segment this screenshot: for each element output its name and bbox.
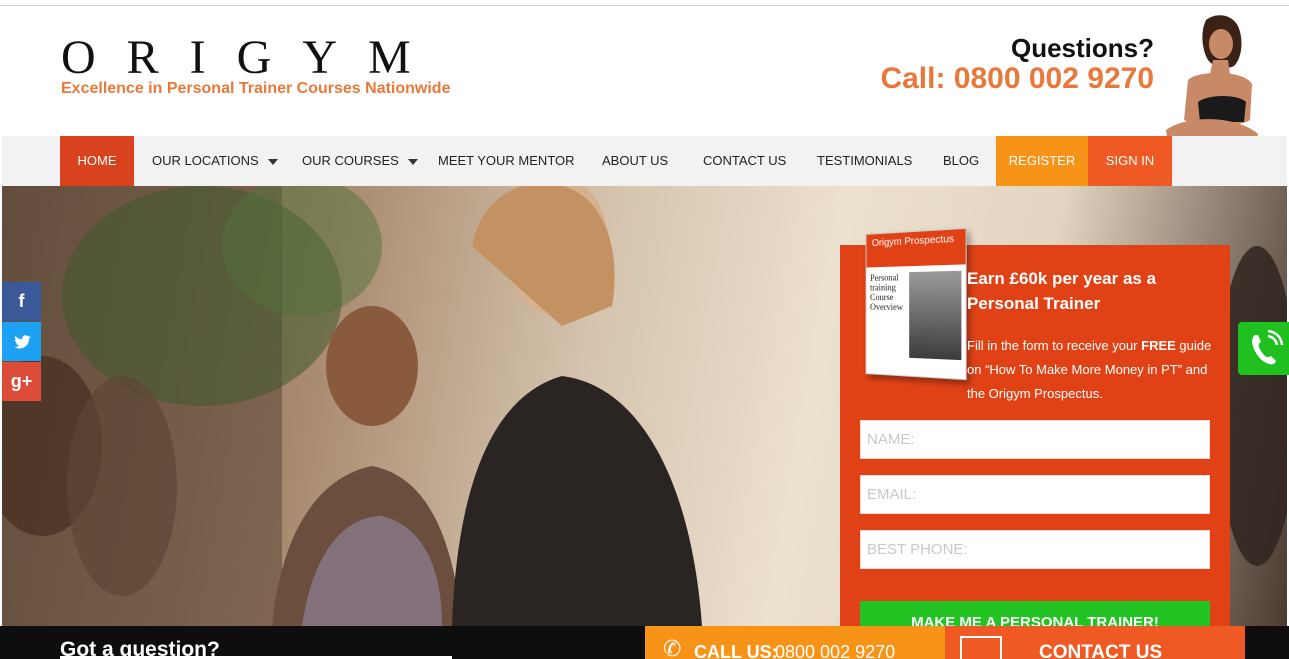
nav-register[interactable]: REGISTER (996, 136, 1088, 186)
call-number: 0800 002 9270 (953, 62, 1154, 95)
floating-call-button[interactable] (1238, 322, 1289, 375)
phone-input[interactable] (860, 530, 1210, 569)
nav-our-courses[interactable]: OUR COURSES (302, 136, 418, 186)
promo-text-free: FREE (1141, 338, 1176, 353)
call-us-button[interactable]: ✆ CALL US: 0800 002 9270 (645, 626, 945, 659)
nav-testimonials[interactable]: TESTIMONIALS (817, 136, 912, 186)
nav-blog[interactable]: BLOG (943, 136, 979, 186)
nav-our-locations[interactable]: OUR LOCATIONS (152, 136, 278, 186)
book-title: Origym Prospectus (866, 228, 966, 268)
facebook-share-button[interactable]: f (2, 282, 41, 321)
nav-home[interactable]: HOME (60, 136, 134, 186)
chevron-down-icon (267, 158, 278, 165)
phone-icon (1252, 329, 1284, 365)
contact-us-button[interactable]: CONTACT US (945, 626, 1245, 659)
contact-us-label: CONTACT US (1039, 642, 1163, 659)
main-nav: HOME OUR LOCATIONS OUR COURSES MEET YOUR… (2, 136, 1287, 186)
bottom-bar: Got a question? ✆ CALL US: 0800 002 9270… (0, 626, 1289, 659)
call-us-label: CALL US: (694, 642, 778, 659)
twitter-icon (13, 335, 31, 349)
chevron-down-icon (407, 158, 418, 165)
prospectus-book-image: Origym Prospectus Personal training Cour… (865, 227, 967, 381)
nav-meet-your-mentor[interactable]: MEET YOUR MENTOR (438, 136, 575, 186)
promo-title: Earn £60k per year as a Personal Trainer (967, 269, 1157, 313)
google-plus-share-button[interactable]: g+ (2, 362, 41, 401)
nav-contact-us[interactable]: CONTACT US (703, 136, 786, 186)
twitter-share-button[interactable] (2, 322, 41, 361)
promo-text-start: Fill in the form to receive your (967, 338, 1142, 353)
nav-sign-in[interactable]: SIGN IN (1088, 136, 1172, 186)
prospectus-form: Origym Prospectus Personal training Cour… (840, 227, 1230, 645)
nav-label: OUR LOCATIONS (152, 153, 259, 168)
envelope-icon (960, 636, 1002, 659)
tagline: Excellence in Personal Trainer Courses N… (61, 80, 451, 97)
logo[interactable]: ORIGYM (61, 34, 442, 82)
email-input[interactable] (860, 475, 1210, 514)
call-us-number: 0800 002 9270 (775, 642, 896, 659)
nav-about-us[interactable]: ABOUT US (602, 136, 668, 186)
questions-heading: Questions? (1010, 33, 1154, 63)
call-prefix: Call: (880, 62, 954, 95)
book-photo (909, 270, 962, 361)
promo-text: Fill in the form to receive your FREE gu… (967, 334, 1212, 406)
name-input[interactable] (860, 420, 1210, 459)
nav-label: OUR COURSES (302, 153, 399, 168)
phone-icon: ✆ (663, 636, 682, 659)
book-text: Personal training Course Overview (870, 272, 903, 312)
site-header: ORIGYM Excellence in Personal Trainer Co… (2, 6, 1287, 136)
header-phone[interactable]: Call: 0800 002 9270 (880, 62, 1154, 96)
